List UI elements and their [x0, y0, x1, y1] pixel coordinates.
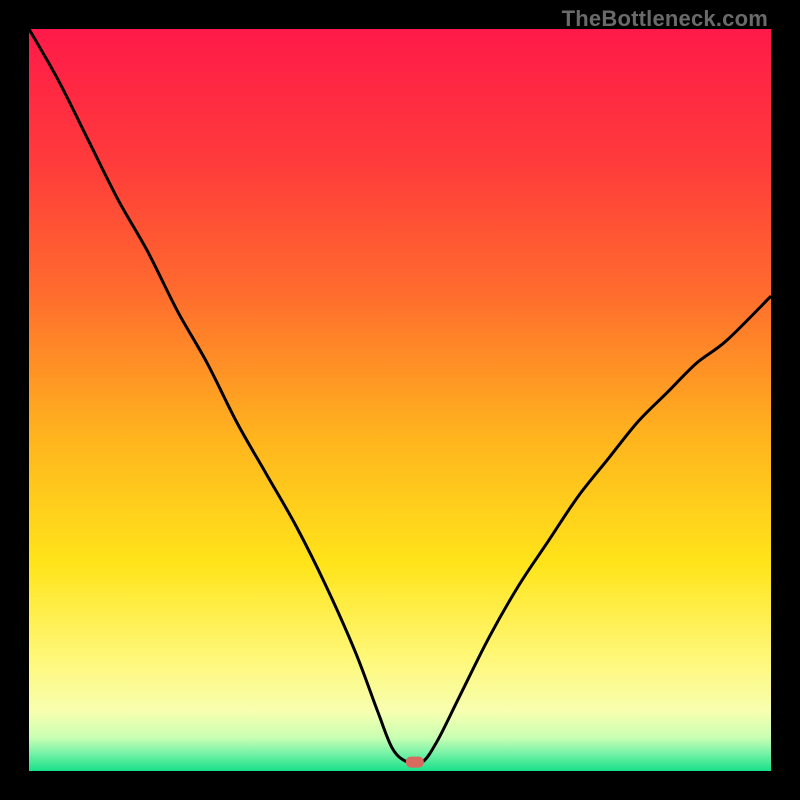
plot-area [29, 29, 771, 771]
chart-svg [29, 29, 771, 771]
chart-frame: TheBottleneck.com [0, 0, 800, 800]
optimum-marker [406, 757, 424, 768]
